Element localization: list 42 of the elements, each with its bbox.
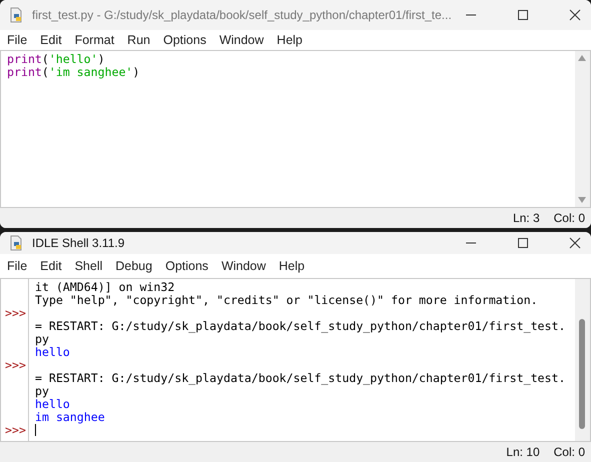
column-indicator: Col: 0 xyxy=(554,445,585,459)
python-file-icon xyxy=(8,235,24,251)
output-line: hello xyxy=(35,397,70,411)
prompt-marker: >>> xyxy=(4,358,26,372)
menu-item[interactable]: Edit xyxy=(40,33,62,47)
menu-item[interactable]: Debug xyxy=(116,259,152,273)
code-line: print('im sanghee') xyxy=(7,66,141,79)
window-title: IDLE Shell 3.11.9 xyxy=(32,236,126,250)
output-line: im sanghee xyxy=(35,410,105,424)
menu-item[interactable]: Help xyxy=(278,259,305,273)
output-line: = RESTART: G:/study/sk_playdata/book/self_study_python/chapter01/first_test. xyxy=(35,319,566,333)
maximize-icon[interactable] xyxy=(517,9,529,21)
column-indicator: Col: 0 xyxy=(554,211,585,225)
output-line: = RESTART: G:/study/sk_playdata/book/self_study_python/chapter01/first_test. xyxy=(35,371,566,385)
menu-item[interactable]: File xyxy=(7,259,28,273)
menu-item[interactable]: Options xyxy=(165,259,208,273)
line-indicator: Ln: 10 xyxy=(506,445,540,459)
output-line: Type "help", "copyright", "credits" or "license()" for more information. xyxy=(35,293,538,307)
close-icon[interactable] xyxy=(569,237,581,249)
line-indicator: Ln: 3 xyxy=(512,211,540,225)
menu-item[interactable]: Window xyxy=(219,33,264,47)
python-file-icon xyxy=(8,7,24,23)
scrollbar[interactable] xyxy=(575,279,590,441)
menu-item[interactable]: Options xyxy=(163,33,206,47)
menu-item[interactable]: Shell xyxy=(74,259,102,273)
menu-item[interactable]: Edit xyxy=(40,259,62,273)
close-icon[interactable] xyxy=(569,9,581,21)
menu-item[interactable]: Run xyxy=(127,33,150,47)
menu-item[interactable]: Format xyxy=(74,33,114,47)
menu-item[interactable]: File xyxy=(7,33,28,47)
window-title: first_test.py - G:/study/sk_playdata/book/self_study_python/chapter01/first_te... xyxy=(32,8,453,22)
output-line: hello xyxy=(35,345,70,359)
maximize-icon[interactable] xyxy=(517,237,529,249)
scrollbar[interactable] xyxy=(575,51,590,207)
output-line: it (AMD64)] on win32 xyxy=(35,280,175,294)
prompt-marker: >>> xyxy=(4,306,26,320)
code-line: print('hello') xyxy=(7,53,106,66)
menu-item[interactable]: Help xyxy=(276,33,303,47)
output-line: py xyxy=(35,332,49,346)
output-line: py xyxy=(35,384,49,398)
prompt-marker: >>> xyxy=(4,423,26,437)
menu-item[interactable]: Window xyxy=(221,259,266,273)
